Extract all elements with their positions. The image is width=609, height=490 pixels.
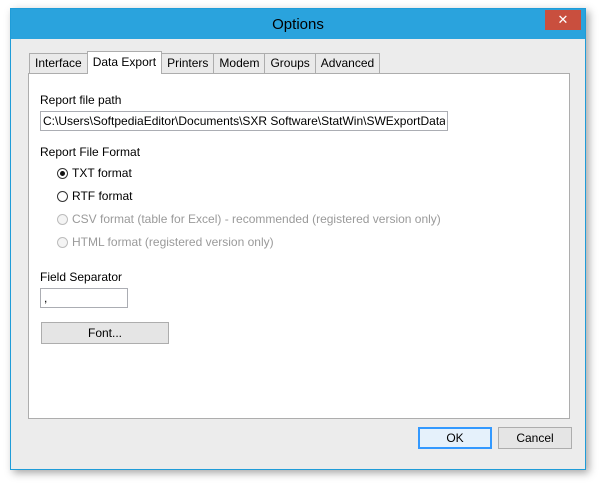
tab-printers[interactable]: Printers — [161, 53, 215, 73]
title-bar[interactable]: Options ✕ — [11, 9, 585, 39]
data-export-panel: Report file path Report File Format TXT … — [28, 73, 570, 419]
radio-button — [57, 213, 68, 225]
report-format-label: Report File Format — [40, 145, 141, 159]
radio-label: TXT format — [72, 166, 132, 180]
radio-txt-format[interactable]: TXT format — [57, 166, 132, 180]
radio-label: RTF format — [72, 189, 133, 203]
tab-strip: Interface Data Export Printers Modem Gro… — [29, 51, 381, 74]
report-path-input[interactable] — [40, 111, 448, 131]
tab-data-export[interactable]: Data Export — [86, 51, 163, 74]
radio-html-format: HTML format (registered version only) — [57, 235, 274, 249]
field-separator-label: Field Separator — [40, 270, 123, 284]
options-dialog: Options ✕ Interface Data Export Printers… — [10, 8, 586, 470]
ok-button[interactable]: OK — [418, 427, 492, 449]
close-button[interactable]: ✕ — [545, 10, 581, 30]
radio-csv-format: CSV format (table for Excel) - recommend… — [57, 212, 441, 226]
report-path-label: Report file path — [40, 93, 122, 107]
radio-rtf-format[interactable]: RTF format — [57, 189, 132, 203]
font-button[interactable]: Font... — [41, 322, 169, 344]
radio-button — [57, 236, 68, 248]
radio-button[interactable] — [57, 167, 68, 179]
radio-label: CSV format (table for Excel) - recommend… — [72, 212, 441, 226]
tab-interface[interactable]: Interface — [29, 53, 88, 73]
tab-modem[interactable]: Modem — [213, 53, 266, 73]
field-separator-input[interactable] — [40, 288, 128, 308]
close-icon: ✕ — [557, 12, 569, 27]
tab-advanced[interactable]: Advanced — [314, 53, 381, 73]
tab-groups[interactable]: Groups — [264, 53, 316, 73]
radio-label: HTML format (registered version only) — [72, 235, 274, 249]
radio-button[interactable] — [57, 190, 68, 202]
cancel-button[interactable]: Cancel — [498, 427, 572, 449]
window-title: Options — [272, 16, 324, 33]
